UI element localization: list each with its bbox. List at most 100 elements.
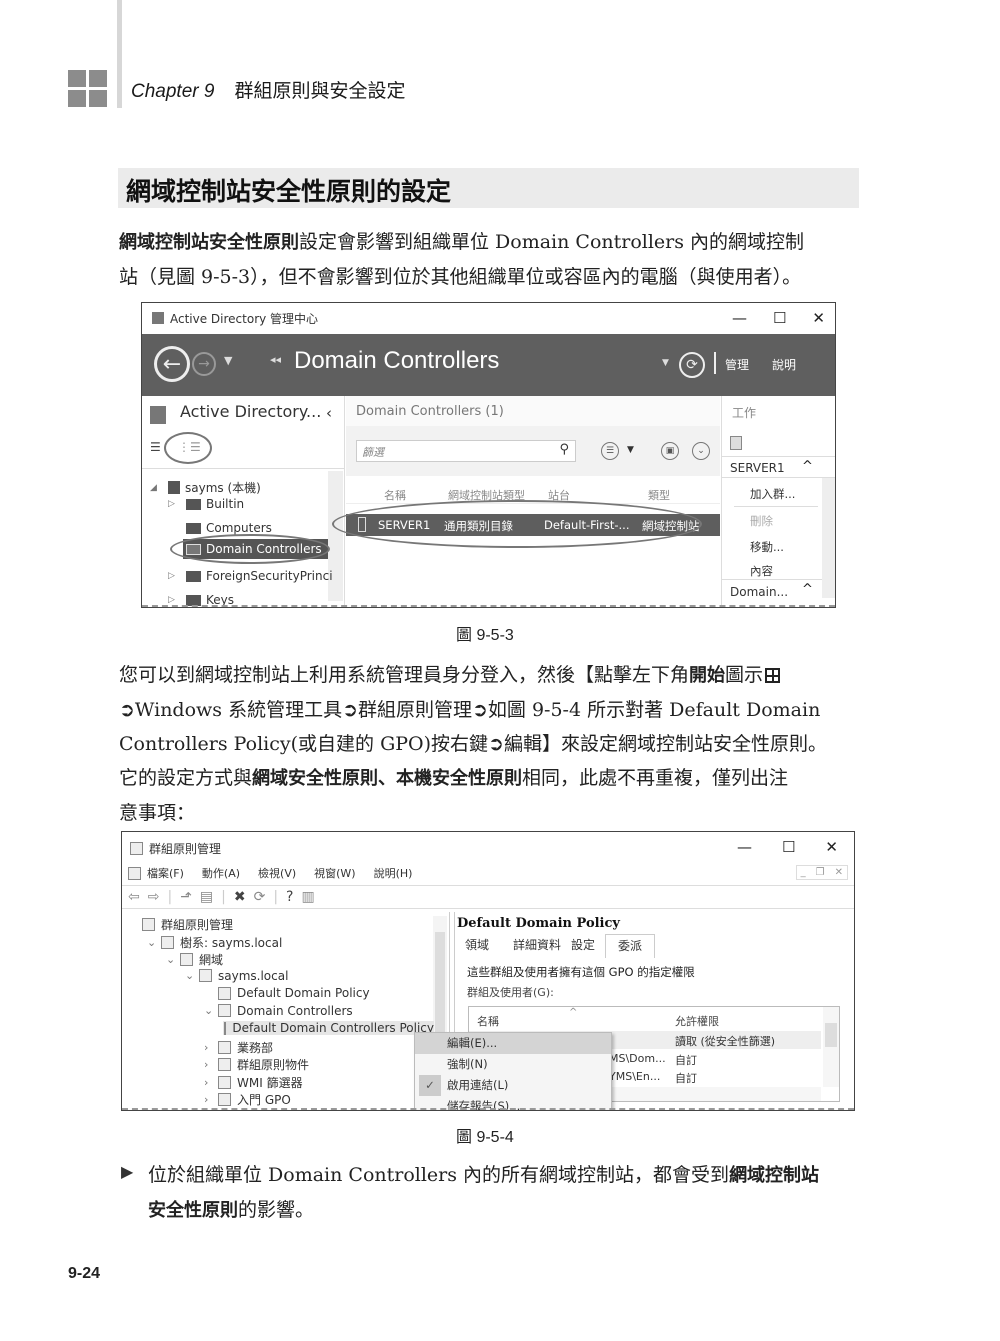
scrollbar[interactable] xyxy=(822,478,835,598)
tree-item[interactable]: › 入門 GPO xyxy=(204,1091,291,1108)
context-menu-item[interactable]: 強制(N) xyxy=(415,1054,611,1075)
column-header[interactable]: 允許權限 xyxy=(675,1013,719,1029)
menu-help[interactable]: 說明(H) xyxy=(374,865,413,881)
collapse-icon[interactable]: ^ xyxy=(802,582,813,597)
expander-icon[interactable]: ⌄ xyxy=(185,969,199,982)
tree-label: 業務部 xyxy=(237,1040,274,1055)
bold-term: 安全性原則 xyxy=(148,1200,238,1221)
view-options-icon[interactable]: ☰ xyxy=(601,442,619,460)
task-delete[interactable]: 刪除 xyxy=(750,513,773,529)
tree-node-icon xyxy=(218,1058,231,1071)
maximize-icon[interactable]: ☐ xyxy=(782,838,795,856)
expander-icon[interactable]: › xyxy=(204,1076,218,1089)
tree-label: Computers xyxy=(206,521,272,535)
sort-icon: ^ xyxy=(569,1007,578,1018)
dropdown-icon[interactable]: ▼ xyxy=(627,445,634,455)
expander-icon[interactable]: ◢ xyxy=(150,483,168,493)
tab-scope[interactable]: 領域 xyxy=(457,934,497,955)
expander-icon[interactable]: › xyxy=(204,1093,218,1106)
mdi-close-icon[interactable]: ✕ xyxy=(835,867,843,878)
vertical-scrollbar[interactable] xyxy=(823,1007,839,1087)
save-query-icon[interactable]: ▣ xyxy=(661,442,679,460)
expander-icon[interactable]: ▷ xyxy=(168,571,186,581)
tab-details[interactable]: 詳細資料 xyxy=(505,934,569,955)
filter-input[interactable]: 篩選 ⚲ xyxy=(356,440,576,462)
tree-item[interactable]: Computers xyxy=(168,521,272,535)
minimize-icon[interactable]: — xyxy=(732,309,747,327)
tab-delegation[interactable]: 委派 xyxy=(605,934,656,958)
task-add-to-group[interactable]: 加入群... xyxy=(750,486,795,502)
menu-window[interactable]: 視窗(W) xyxy=(314,865,355,881)
close-icon[interactable]: ✕ xyxy=(825,838,838,856)
close-icon[interactable]: ✕ xyxy=(812,309,825,327)
navigation-pane: Active Directory... ‹ ☰ ⋮☰ ◢ sayms (本機) ▷… xyxy=(142,396,345,607)
help-menu[interactable]: 說明 xyxy=(772,356,796,373)
forward-icon[interactable]: ⇨ xyxy=(148,889,160,905)
action-pane-icon[interactable]: ▥ xyxy=(301,889,314,905)
expander-icon[interactable]: ⌄ xyxy=(204,1004,218,1017)
maximize-icon[interactable]: ☐ xyxy=(773,309,786,327)
task-move[interactable]: 移動... xyxy=(750,539,784,555)
tree-item[interactable]: › 群組原則物件 xyxy=(204,1056,309,1073)
tree-item[interactable]: 群組原則管理 xyxy=(128,916,233,933)
tree-item[interactable]: ▷ Builtin xyxy=(168,497,244,511)
tasks-section-header[interactable]: SERVER1 ^ xyxy=(722,456,835,478)
column-header[interactable]: 名稱 xyxy=(384,487,406,503)
expander-icon[interactable]: › xyxy=(204,1041,218,1054)
help-icon[interactable]: ? xyxy=(286,889,293,905)
back-icon[interactable]: ← xyxy=(154,346,190,382)
list-view-icon[interactable]: ☰ xyxy=(150,440,161,454)
refresh-icon[interactable]: ⟳ xyxy=(679,352,705,378)
tree-item[interactable]: ⌄ Domain Controllers xyxy=(204,1004,353,1018)
expand-icon[interactable]: ⌄ xyxy=(692,442,710,460)
forward-icon[interactable]: → xyxy=(192,352,216,376)
column-header[interactable]: 名稱 xyxy=(477,1013,499,1029)
folder-icon xyxy=(186,570,201,582)
tree-item[interactable]: Default Domain Policy xyxy=(204,986,370,1000)
tree-item[interactable]: › WMI 篩選器 xyxy=(204,1074,303,1091)
delete-icon[interactable]: ✖ xyxy=(234,889,246,905)
minimize-icon[interactable]: — xyxy=(737,838,752,856)
show-hide-tree-icon[interactable]: ▤ xyxy=(200,889,213,905)
mdi-restore-icon[interactable]: ❐ xyxy=(816,867,825,878)
breadcrumb[interactable]: Domain Controllers xyxy=(294,347,499,375)
expander-icon[interactable]: ⌄ xyxy=(166,953,180,966)
menu-file[interactable]: 檔案(F) xyxy=(147,865,184,881)
tree-item[interactable]: ⌄ sayms.local xyxy=(185,969,288,983)
collapse-icon[interactable]: ^ xyxy=(802,459,813,474)
tasks-section-header[interactable]: Domain... ^ xyxy=(722,579,822,601)
menu-action[interactable]: 動作(A) xyxy=(202,865,240,881)
torn-edge xyxy=(142,604,835,607)
gpo-tree-pane: 群組原則管理 ⌄ 樹系: sayms.local ⌄ 網域 ⌄ sayms.local Def… xyxy=(122,912,450,1110)
back-icon[interactable]: ⇦ xyxy=(128,889,140,905)
tree-item[interactable]: ◢ sayms (本機) xyxy=(150,479,261,496)
collapse-icon[interactable]: ‹ xyxy=(326,404,332,422)
manage-menu[interactable]: 管理 xyxy=(725,356,749,373)
list-pane: Domain Controllers (1) 篩選 ⚲ ☰ ▼ ▣ ⌄ 名稱 網… xyxy=(332,396,720,607)
mdi-minimize-icon[interactable]: _ xyxy=(801,867,806,878)
text: 它的設定方式與 xyxy=(119,767,253,789)
expander-icon[interactable]: ▷ xyxy=(168,499,186,509)
up-icon[interactable]: ⬏ xyxy=(180,889,192,905)
tree-item[interactable]: › 業務部 xyxy=(204,1039,273,1056)
context-menu-item[interactable]: ✓ 啟用連結(L) xyxy=(415,1075,611,1096)
tree-item[interactable]: ⌄ 網域 xyxy=(166,951,223,968)
search-icon[interactable]: ⚲ xyxy=(559,442,569,457)
refresh-icon[interactable]: ⟳ xyxy=(254,889,266,905)
expander-icon[interactable]: ⌄ xyxy=(147,936,161,949)
dropdown-icon[interactable]: ▼ xyxy=(662,358,669,368)
history-dropdown-icon[interactable]: ▼ xyxy=(224,354,232,367)
tree-item[interactable]: ▷ ForeignSecurityPrinci xyxy=(168,569,333,583)
tree-label: 入門 GPO xyxy=(237,1093,291,1107)
tab-settings[interactable]: 設定 xyxy=(563,934,603,955)
chapter-header: Chapter 9 群組原則與安全設定 xyxy=(131,76,405,103)
tree-item[interactable]: ⌄ 樹系: sayms.local xyxy=(147,934,282,951)
divider xyxy=(734,506,818,507)
tree-item-selected[interactable]: Default Domain Controllers Policy xyxy=(223,1021,434,1035)
tree-node-icon xyxy=(161,935,174,949)
task-properties[interactable]: 內容 xyxy=(750,563,773,579)
context-menu-item[interactable]: 編輯(E)... xyxy=(415,1033,611,1054)
expander-icon[interactable]: › xyxy=(204,1058,218,1071)
column-header[interactable]: 類型 xyxy=(648,487,670,503)
menu-view[interactable]: 檢視(V) xyxy=(258,865,296,881)
